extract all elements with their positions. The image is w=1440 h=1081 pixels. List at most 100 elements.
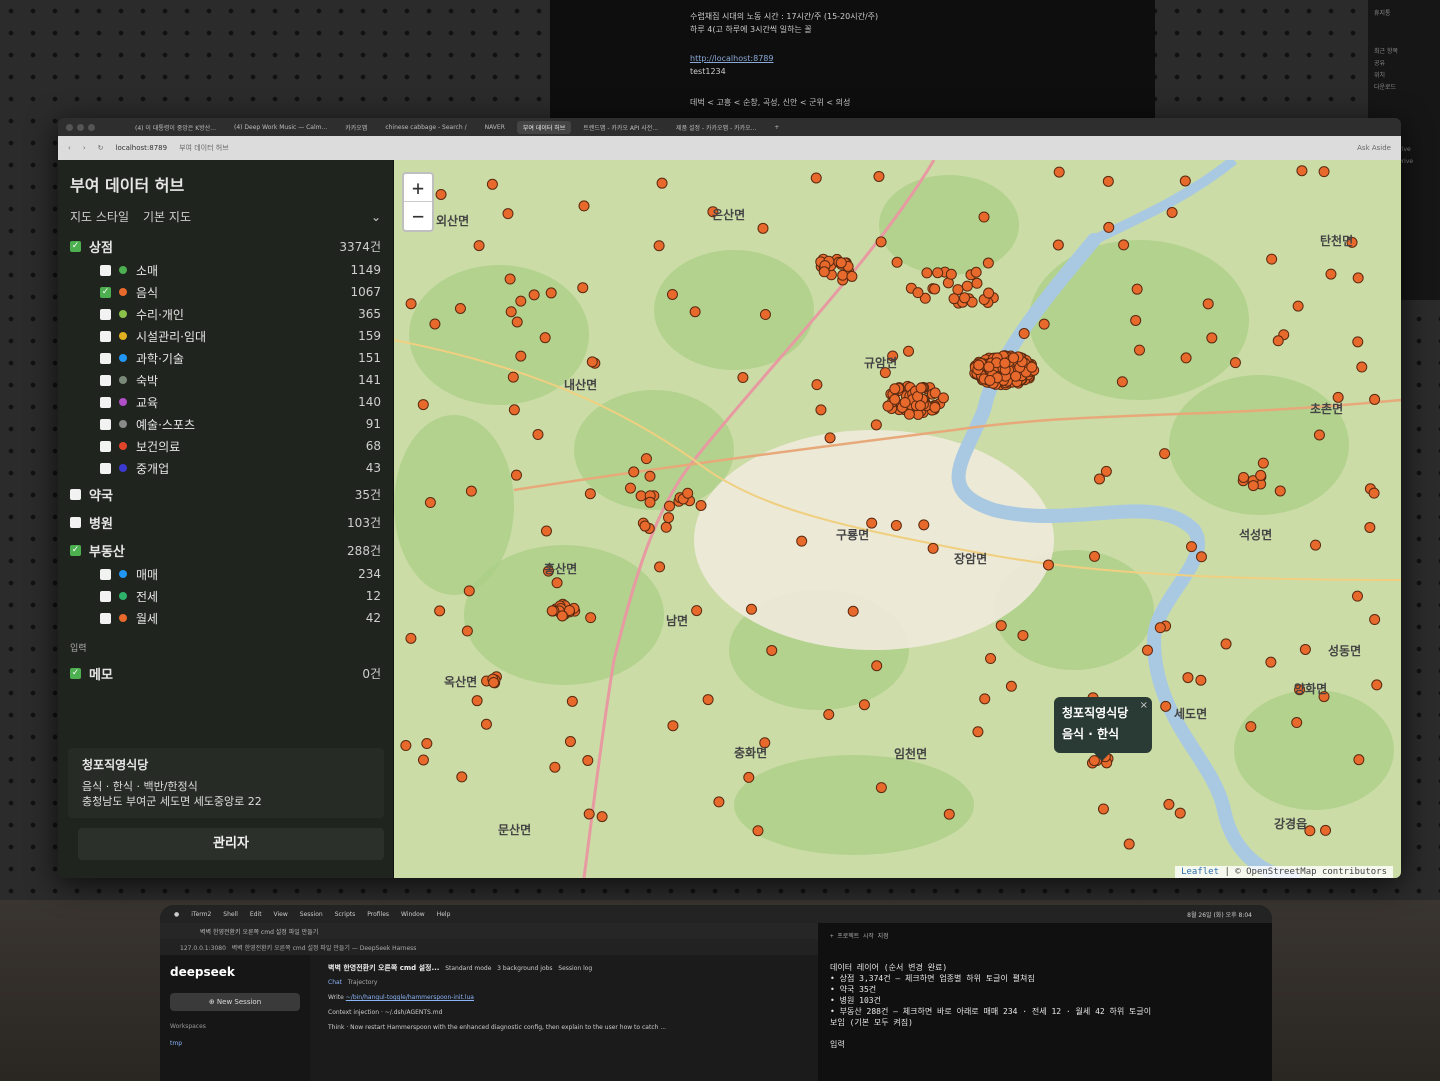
map-marker[interactable] xyxy=(1163,798,1175,810)
map-marker[interactable] xyxy=(578,200,590,212)
map-marker[interactable] xyxy=(835,257,847,269)
map-marker[interactable] xyxy=(871,660,883,672)
map-marker[interactable] xyxy=(1266,253,1278,265)
map-marker[interactable] xyxy=(1133,344,1145,356)
map-marker[interactable] xyxy=(1160,700,1172,712)
map-marker[interactable] xyxy=(811,379,823,391)
map-marker[interactable] xyxy=(837,269,849,281)
map-marker[interactable] xyxy=(695,499,707,511)
map-marker[interactable] xyxy=(539,332,551,344)
map-marker[interactable] xyxy=(1118,239,1130,251)
map-marker[interactable] xyxy=(417,754,429,766)
tab-trajectory[interactable]: Trajectory xyxy=(348,979,378,986)
map-marker[interactable] xyxy=(566,695,578,707)
map-marker[interactable] xyxy=(1296,165,1308,177)
browser-tab[interactable]: NAVER xyxy=(479,122,511,133)
map-marker[interactable] xyxy=(1371,679,1383,691)
map-marker[interactable] xyxy=(532,429,544,441)
map-marker[interactable] xyxy=(1010,370,1022,382)
map-marker[interactable] xyxy=(1180,352,1192,364)
sublayer-toggle[interactable]: 시설관리·임대 159 xyxy=(58,325,393,347)
checkbox-unchecked[interactable] xyxy=(100,462,111,474)
zoom-in-button[interactable]: + xyxy=(404,174,432,202)
map-marker[interactable] xyxy=(456,771,468,783)
map-marker[interactable] xyxy=(890,519,902,531)
map-marker[interactable] xyxy=(1102,175,1114,187)
map-marker[interactable] xyxy=(515,350,527,362)
map-marker[interactable] xyxy=(899,396,911,408)
checkbox-unchecked[interactable] xyxy=(100,308,111,320)
menu-item[interactable]: iTerm2 xyxy=(191,911,211,918)
map-marker[interactable] xyxy=(1292,300,1304,312)
map-marker[interactable] xyxy=(1005,680,1017,692)
map-marker[interactable] xyxy=(691,605,703,617)
map-marker[interactable] xyxy=(702,694,714,706)
map-marker[interactable] xyxy=(1017,629,1029,641)
map-marker[interactable] xyxy=(584,488,596,500)
checkbox-unchecked[interactable] xyxy=(100,612,111,624)
map-marker[interactable] xyxy=(545,287,557,299)
back-icon[interactable]: ‹ xyxy=(68,144,71,152)
map-marker[interactable] xyxy=(540,525,552,537)
map-marker[interactable] xyxy=(1318,166,1330,178)
map-marker[interactable] xyxy=(507,371,519,383)
map-marker[interactable] xyxy=(937,392,949,404)
map-marker[interactable] xyxy=(461,625,473,637)
map-marker[interactable] xyxy=(873,170,885,182)
map-marker[interactable] xyxy=(639,520,651,532)
map-marker[interactable] xyxy=(823,708,835,720)
map-marker[interactable] xyxy=(1182,672,1194,684)
checkbox-unchecked[interactable] xyxy=(100,590,111,602)
map-marker[interactable] xyxy=(1195,551,1207,563)
map-marker[interactable] xyxy=(932,267,944,279)
admin-button[interactable]: 관리자 xyxy=(78,828,384,860)
menu-item[interactable]: Edit xyxy=(250,911,262,918)
map-marker[interactable] xyxy=(663,512,675,524)
map-marker[interactable] xyxy=(1364,521,1376,533)
map-marker[interactable] xyxy=(628,466,640,478)
map-marker[interactable] xyxy=(1052,239,1064,251)
map-marker[interactable] xyxy=(473,240,485,252)
map-marker[interactable] xyxy=(471,695,483,707)
map-marker[interactable] xyxy=(737,372,749,384)
map-marker[interactable] xyxy=(421,738,433,750)
map-marker[interactable] xyxy=(796,535,808,547)
map-marker[interactable] xyxy=(1100,465,1112,477)
map-marker[interactable] xyxy=(1353,754,1365,766)
mode-badge[interactable]: Standard mode xyxy=(445,965,491,972)
write-path-link[interactable]: ~/bin/hangul-toggle/hammerspoon-init.lua xyxy=(346,994,474,1001)
checkbox-unchecked[interactable] xyxy=(100,568,111,580)
map-marker[interactable] xyxy=(978,211,990,223)
map-marker[interactable] xyxy=(918,519,930,531)
map-marker[interactable] xyxy=(713,796,725,808)
map-marker[interactable] xyxy=(1042,559,1054,571)
map-marker[interactable] xyxy=(480,718,492,730)
map-marker[interactable] xyxy=(961,280,973,292)
laptop-url[interactable]: 127.0.0.1:3080 xyxy=(180,945,226,952)
map-style-value[interactable]: 기본 지도 xyxy=(143,208,371,225)
map-marker[interactable] xyxy=(682,487,694,499)
map-canvas[interactable] xyxy=(394,160,1401,878)
map-marker[interactable] xyxy=(400,740,412,752)
map-marker[interactable] xyxy=(970,266,982,278)
map-marker[interactable] xyxy=(1369,614,1381,626)
map-marker[interactable] xyxy=(434,605,446,617)
map-marker[interactable] xyxy=(1116,376,1128,388)
map-marker[interactable] xyxy=(983,361,995,373)
ask-aside-button[interactable]: Ask Aside xyxy=(1357,144,1391,152)
sublayer-toggle[interactable]: 예술·스포츠 91 xyxy=(58,413,393,435)
map-marker[interactable] xyxy=(921,267,933,279)
map-marker[interactable] xyxy=(846,270,858,282)
map-marker[interactable] xyxy=(927,542,939,554)
chevron-down-icon[interactable]: ⌄ xyxy=(371,210,381,224)
menu-item[interactable]: Session xyxy=(300,911,323,918)
reload-icon[interactable]: ↻ xyxy=(98,144,104,152)
map-marker[interactable] xyxy=(1369,393,1381,405)
checkbox-checked[interactable]: ✓ xyxy=(70,240,81,252)
leaflet-link[interactable]: Leaflet xyxy=(1181,867,1219,877)
browser-tab[interactable]: chinese cabbage - Search / xyxy=(379,122,472,133)
sublayer-toggle[interactable]: 보건의료 68 xyxy=(58,435,393,457)
laptop-url-bar[interactable]: 127.0.0.1:3080 벽벽 한영전환키 오른쪽 cmd 설정 파일 만들… xyxy=(160,939,818,955)
map-marker[interactable] xyxy=(952,284,964,296)
map-marker[interactable] xyxy=(1123,838,1135,850)
